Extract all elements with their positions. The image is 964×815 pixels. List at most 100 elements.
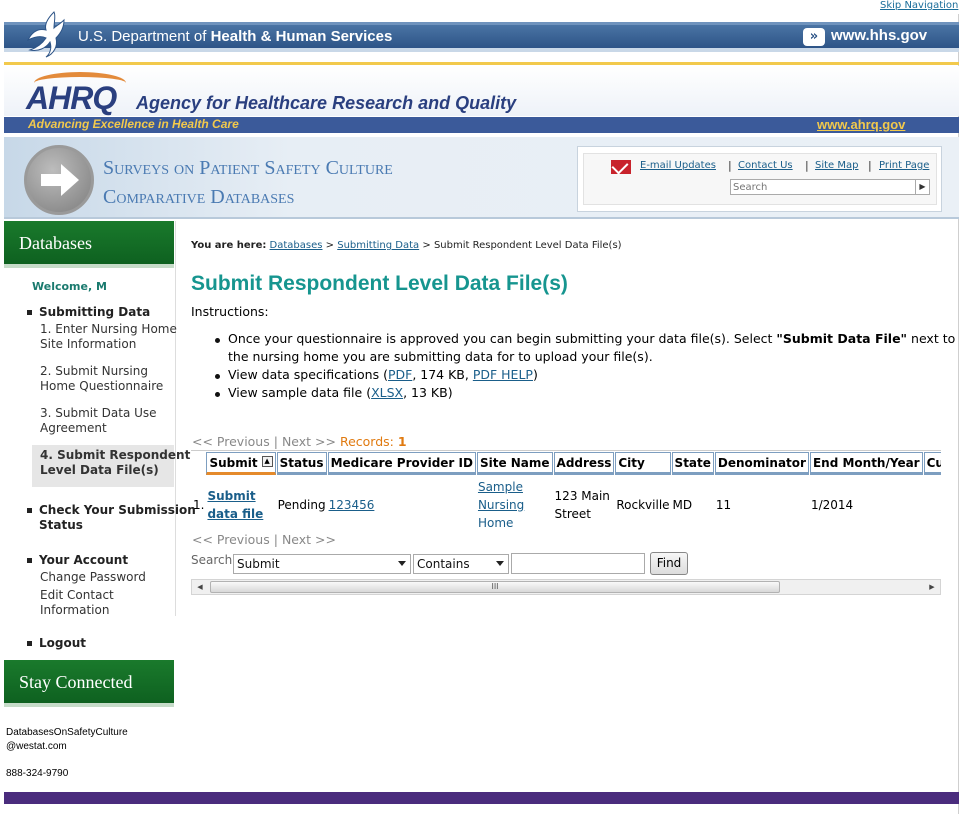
cell-denominator: 11	[715, 498, 732, 512]
breadcrumb-databases[interactable]: Databases	[270, 240, 323, 251]
ahrq-gov-link[interactable]: www.ahrq.gov	[817, 117, 905, 132]
hhs-eagle-icon[interactable]	[24, 10, 70, 58]
nav-bullet	[27, 558, 32, 563]
grid-search-input[interactable]	[511, 553, 645, 574]
page-title: Submit Respondent Level Data File(s)	[191, 272, 568, 295]
search-field-select[interactable]: Submit	[233, 554, 411, 574]
nav-your-account[interactable]: Your Account	[39, 553, 128, 567]
pdf-link[interactable]: PDF	[388, 367, 412, 382]
nav-check-submission-status[interactable]: Check Your Submission Status	[39, 503, 196, 533]
column-header-status[interactable]: Status	[276, 452, 327, 475]
sort-ascending-icon[interactable]: ▲	[261, 455, 273, 467]
skip-navigation-link[interactable]: Skip Navigation	[880, 0, 958, 11]
nav-bullet	[27, 641, 32, 646]
welcome-text: Welcome, M	[32, 280, 107, 293]
site-search-input[interactable]	[730, 179, 930, 195]
scroll-left-icon[interactable]: ◀	[193, 581, 207, 593]
cell-address: 123 Main Street	[554, 489, 610, 521]
email-updates-link[interactable]: E-mail Updates	[640, 160, 716, 171]
ahrq-logo[interactable]: AHRQ	[26, 80, 117, 117]
instructions-label: Instructions:	[191, 304, 269, 319]
column-header-city[interactable]: City	[615, 452, 671, 475]
nav-logout[interactable]: Logout	[39, 636, 86, 650]
nav-submit-questionnaire[interactable]: 2. Submit Nursing Home Questionnaire	[40, 364, 163, 394]
cell-state: MD	[672, 498, 693, 512]
nav-change-password[interactable]: Change Password	[40, 570, 146, 585]
ahrq-agency-name: Agency for Healthcare Research and Quali…	[136, 93, 517, 113]
provider-id-link[interactable]: 123456	[329, 498, 375, 512]
row-index-header	[192, 452, 206, 475]
contact-email[interactable]: DatabasesOnSafetyCulture @westat.com	[6, 726, 128, 754]
row-index: 1.	[193, 498, 205, 512]
site-map-link[interactable]: Site Map	[815, 160, 858, 171]
utility-separator: |	[728, 159, 732, 172]
xlsx-link[interactable]: XLSX	[371, 385, 403, 400]
chevron-down-icon	[398, 561, 406, 566]
utility-separator: |	[805, 159, 809, 172]
cell-current-data-file	[924, 476, 941, 528]
grid-search-label: Search:	[191, 553, 237, 567]
nav-submitting-data[interactable]: Submitting Data	[39, 305, 150, 319]
print-page-link[interactable]: Print Page	[879, 160, 929, 171]
scroll-thumb[interactable]: III	[210, 581, 780, 593]
submit-data-file-link[interactable]: Submit data file	[207, 489, 263, 521]
nav-submit-respondent-files[interactable]: 4. Submit Respondent Level Data File(s)	[40, 448, 190, 478]
column-header-submit[interactable]: Submit ▲	[206, 452, 276, 475]
email-icon[interactable]	[611, 160, 631, 174]
cell-city: Rockville	[616, 498, 670, 512]
banner-title: Surveys on Patient Safety Culture Compar…	[103, 157, 393, 208]
previous-link[interactable]: << Previous	[192, 532, 270, 547]
instruction-select-file: Once your questionnaire is approved you …	[228, 331, 956, 346]
site-name-link[interactable]: Sample Nursing Home	[478, 478, 552, 528]
breadcrumb-current: Submit Respondent Level Data File(s)	[433, 240, 622, 251]
list-bullet	[215, 392, 220, 397]
list-bullet	[215, 374, 220, 379]
arrow-circle-icon	[24, 145, 94, 215]
chevron-down-icon	[496, 561, 504, 566]
data-grid: Submit ▲ Status Medicare Provider ID Site…	[191, 450, 941, 528]
find-button[interactable]: Find	[650, 552, 688, 575]
cell-end-month-year: 1/2014	[810, 498, 854, 512]
cell-status: Pending	[277, 498, 326, 512]
horizontal-scrollbar[interactable]: ◀ III ▶	[191, 579, 941, 595]
previous-link[interactable]: << Previous	[192, 434, 270, 449]
table-row: 1. Submit data file Pending 123456 Sampl…	[192, 476, 941, 528]
search-go-icon[interactable]: ▶	[915, 180, 929, 194]
footer-bar	[4, 792, 959, 804]
scroll-right-icon[interactable]: ▶	[925, 581, 939, 593]
column-header-site-name[interactable]: Site Name	[476, 452, 553, 475]
contact-us-link[interactable]: Contact Us	[738, 160, 793, 171]
contact-phone: 888-324-9790	[6, 768, 69, 779]
nav-submit-data-use-agreement[interactable]: 3. Submit Data Use Agreement	[40, 406, 157, 436]
column-header-denominator[interactable]: Denominator	[714, 452, 809, 475]
databases-heading: Databases	[4, 221, 174, 268]
nav-enter-site-information[interactable]: 1. Enter Nursing Home Site Information	[40, 322, 177, 352]
breadcrumb: You are here: Databases > Submitting Dat…	[191, 240, 622, 251]
instruction-sample-file: View sample data file (XLSX, 13 KB)	[228, 385, 453, 400]
instruction-data-specs: View data specifications (PDF, 174 KB, P…	[228, 367, 538, 382]
column-header-provider-id[interactable]: Medicare Provider ID	[327, 452, 476, 475]
column-header-current-data-file[interactable]: Current Data File	[923, 452, 941, 475]
nav-edit-contact-information[interactable]: Edit Contact Information	[40, 588, 114, 618]
next-link[interactable]: Next >>	[282, 532, 336, 547]
ahrq-tagline: Advancing Excellence in Health Care	[28, 117, 239, 131]
hhs-gov-link[interactable]: www.hhs.gov	[831, 27, 927, 44]
hhs-title[interactable]: U.S. Department of Health & Human Servic…	[78, 28, 392, 45]
search-operator-select[interactable]: Contains	[413, 554, 509, 574]
pdf-help-link[interactable]: PDF HELP	[473, 367, 533, 382]
list-bullet	[215, 338, 220, 343]
pager-bottom: << Previous | Next >>	[192, 532, 336, 547]
ahrq-top-stripe	[4, 62, 959, 65]
next-link[interactable]: Next >>	[282, 434, 336, 449]
double-chevron-right-icon: »	[803, 28, 825, 46]
breadcrumb-submitting-data[interactable]: Submitting Data	[337, 240, 419, 251]
instruction-select-file-line2: the nursing home you are submitting data…	[228, 349, 653, 364]
page-right-border	[958, 14, 959, 814]
column-header-address[interactable]: Address	[553, 452, 615, 475]
pager-top: << Previous | Next >> Records: 1	[192, 434, 407, 449]
utility-separator: |	[868, 159, 872, 172]
column-header-state[interactable]: State	[671, 452, 714, 475]
nav-bullet	[27, 508, 32, 513]
nav-bullet	[27, 310, 32, 315]
column-header-end-month-year[interactable]: End Month/Year	[809, 452, 923, 475]
